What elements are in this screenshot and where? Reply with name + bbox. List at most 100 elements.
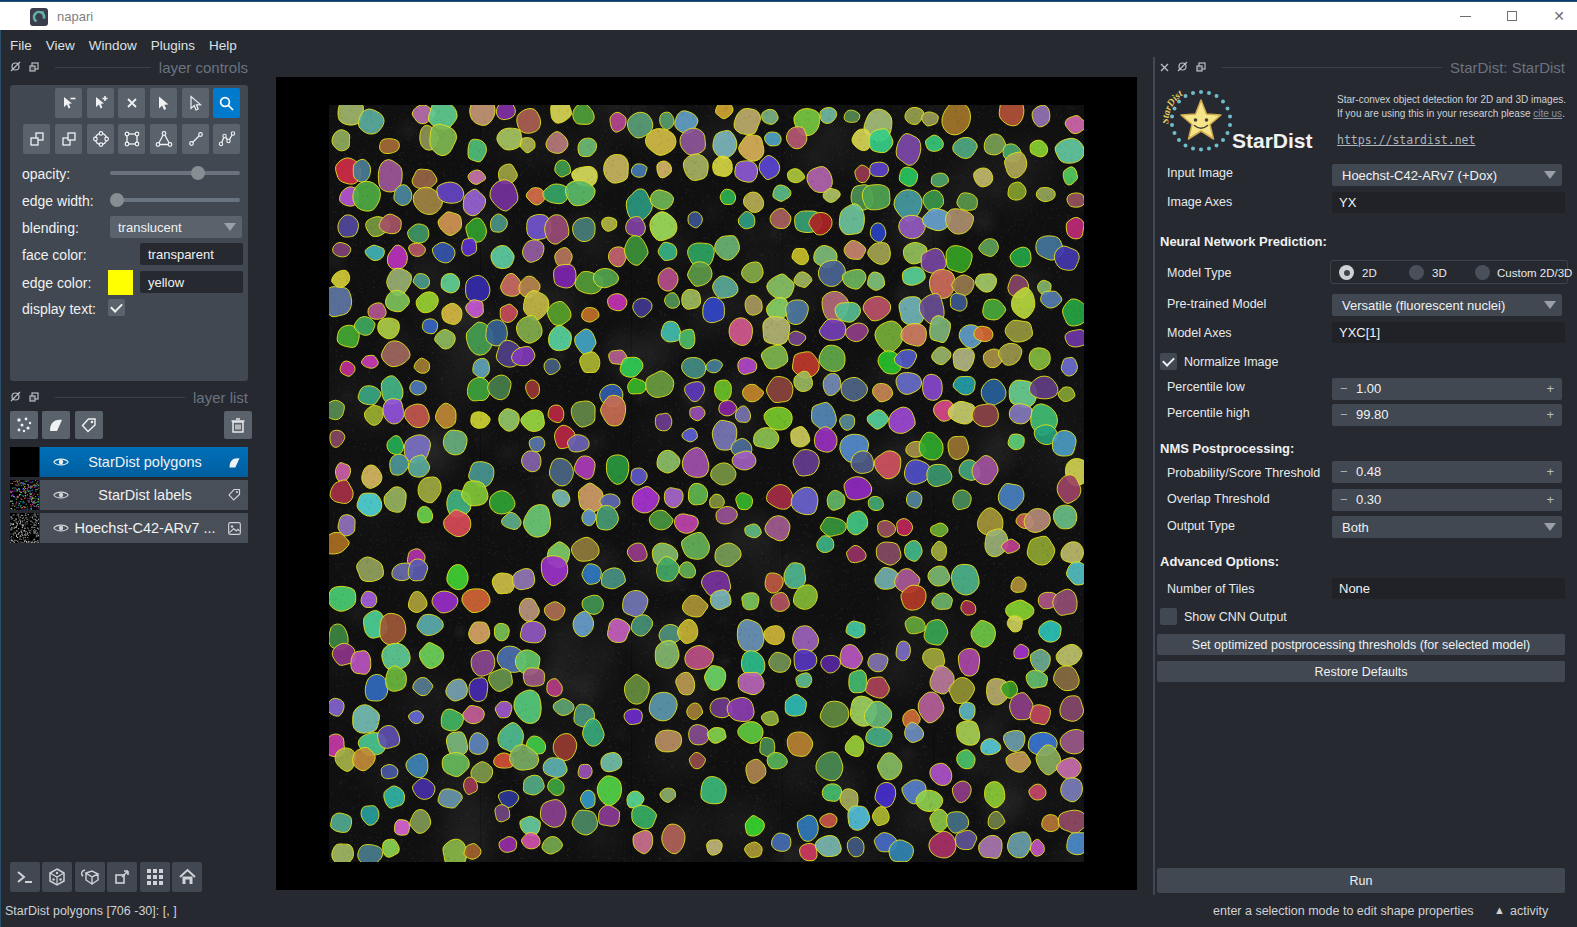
transpose-button[interactable] [107, 862, 137, 892]
shapes-layer-icon [227, 455, 242, 470]
dock-splitter[interactable] [1153, 57, 1155, 895]
visibility-eye-icon[interactable] [53, 456, 69, 468]
radio-2d[interactable] [1339, 265, 1354, 280]
normalize-image-checkbox[interactable] [1160, 353, 1177, 370]
output-type-dropdown[interactable]: Both [1332, 516, 1562, 538]
add-rectangle-tool[interactable] [118, 124, 145, 154]
close-dock-icon[interactable] [1160, 58, 1169, 76]
visibility-eye-icon[interactable] [53, 522, 69, 534]
pretrained-model-dropdown[interactable]: Versatile (fluorescent nuclei) [1332, 294, 1562, 316]
edge-width-slider-handle[interactable] [110, 193, 124, 207]
face-color-swatch[interactable] [108, 242, 133, 267]
add-polygon-tool[interactable] [150, 124, 177, 154]
select-shape-tool[interactable] [150, 88, 177, 118]
input-image-value: Hoechst-C42-ARv7 (+Dox) [1342, 168, 1497, 183]
minimize-button[interactable] [1442, 1, 1488, 31]
radio-custom[interactable] [1475, 265, 1490, 280]
opacity-slider-handle[interactable] [191, 166, 205, 180]
decrement-icon[interactable] [1340, 464, 1348, 479]
menu-view[interactable]: View [41, 38, 80, 53]
menu-file[interactable]: File [5, 38, 37, 53]
radio-2d-label: 2D [1362, 267, 1377, 279]
ndisplay-button[interactable] [42, 862, 72, 892]
move-back-tool[interactable] [23, 124, 50, 154]
hide-dock-icon2[interactable] [10, 388, 21, 406]
activity-button[interactable]: activity [1510, 904, 1548, 918]
edge-color-swatch[interactable] [108, 270, 133, 295]
float-dock-icon2[interactable] [29, 388, 39, 406]
radio-3d[interactable] [1409, 265, 1424, 280]
grid-button[interactable] [140, 862, 170, 892]
visibility-eye-icon[interactable] [53, 489, 69, 501]
direct-select-tool[interactable] [182, 88, 209, 118]
model-axes-input[interactable]: YXC[1] [1332, 322, 1565, 343]
layer-row-stardist-polygons[interactable]: StarDist polygons [10, 447, 248, 477]
increment-icon[interactable] [1546, 407, 1554, 422]
console-button[interactable] [10, 862, 40, 892]
face-color-input[interactable]: transparent [140, 243, 243, 265]
zoom-tool[interactable] [213, 88, 240, 118]
layer-row-hoechst[interactable]: Hoechst-C42-ARv7 ... [10, 513, 248, 543]
new-points-layer-button[interactable] [10, 411, 38, 439]
float-dock-icon[interactable] [29, 58, 39, 76]
restore-defaults-button[interactable]: Restore Defaults [1157, 661, 1565, 682]
display-text-checkbox[interactable] [108, 299, 125, 316]
vertex-insert-tool[interactable] [87, 88, 114, 118]
layer-thumbnail-polygons [10, 447, 39, 477]
delete-layer-button[interactable] [224, 411, 252, 439]
canvas-viewport[interactable] [276, 77, 1137, 890]
float-dock-icon4[interactable] [1196, 58, 1206, 76]
menu-help[interactable]: Help [204, 38, 242, 53]
hide-dock-icon[interactable] [10, 58, 21, 76]
menu-plugins[interactable]: Plugins [146, 38, 200, 53]
window-border-left [0, 0, 1, 927]
add-ellipse-tool[interactable] [87, 124, 114, 154]
overlap-thresh-spinbox[interactable]: 0.30 [1332, 489, 1562, 511]
image-layer-icon [227, 521, 242, 536]
stardist-website-link[interactable]: https://stardist.net [1337, 133, 1475, 147]
layer-row-stardist-labels[interactable]: StarDist labels [10, 480, 248, 510]
chevron-down-icon [224, 223, 236, 231]
description-period: . [1562, 108, 1565, 119]
increment-icon[interactable] [1546, 492, 1554, 507]
percentile-low-spinbox[interactable]: 1.00 [1332, 378, 1562, 400]
divider [55, 397, 185, 398]
delete-shape-tool[interactable] [118, 88, 145, 118]
radio-custom-label: Custom 2D/3D [1497, 267, 1572, 279]
face-color-value: transparent [148, 247, 214, 262]
home-button[interactable] [172, 862, 202, 892]
opacity-slider[interactable] [110, 171, 240, 175]
num-tiles-input[interactable]: None [1332, 578, 1565, 599]
vertex-remove-tool[interactable] [55, 88, 82, 118]
roll-dimensions-button[interactable] [75, 862, 105, 892]
edge-width-slider[interactable] [110, 198, 240, 202]
close-icon: ✕ [1553, 9, 1565, 23]
menu-window[interactable]: Window [84, 38, 142, 53]
image-axes-input[interactable]: YX [1332, 192, 1565, 213]
prob-thresh-spinbox[interactable]: 0.48 [1332, 461, 1562, 483]
decrement-icon[interactable] [1340, 407, 1348, 422]
model-type-label: Model Type [1167, 266, 1231, 280]
show-cnn-checkbox[interactable] [1160, 608, 1177, 625]
new-labels-layer-button[interactable] [75, 411, 103, 439]
set-thresholds-button[interactable]: Set optimized postprocessing thresholds … [1157, 634, 1565, 655]
edge-color-input[interactable]: yellow [140, 271, 243, 293]
add-path-tool[interactable] [213, 124, 240, 154]
run-button[interactable]: Run [1157, 868, 1565, 893]
cite-us-link[interactable]: cite us [1533, 108, 1562, 119]
blending-dropdown[interactable]: translucent [110, 216, 242, 238]
status-help-message: enter a selection mode to edit shape pro… [1213, 904, 1474, 918]
activity-chevron-icon[interactable]: ▲ [1494, 904, 1505, 916]
hide-dock-icon3[interactable] [1177, 58, 1188, 76]
increment-icon[interactable] [1546, 381, 1554, 396]
decrement-icon[interactable] [1340, 492, 1348, 507]
maximize-button[interactable] [1489, 1, 1535, 31]
decrement-icon[interactable] [1340, 381, 1348, 396]
input-image-dropdown[interactable]: Hoechst-C42-ARv7 (+Dox) [1332, 164, 1562, 186]
move-front-tool[interactable] [55, 124, 82, 154]
add-line-tool[interactable] [182, 124, 209, 154]
new-shapes-layer-button[interactable] [42, 411, 70, 439]
increment-icon[interactable] [1546, 464, 1554, 479]
percentile-high-spinbox[interactable]: 99.80 [1332, 404, 1562, 426]
close-button[interactable]: ✕ [1536, 1, 1577, 31]
